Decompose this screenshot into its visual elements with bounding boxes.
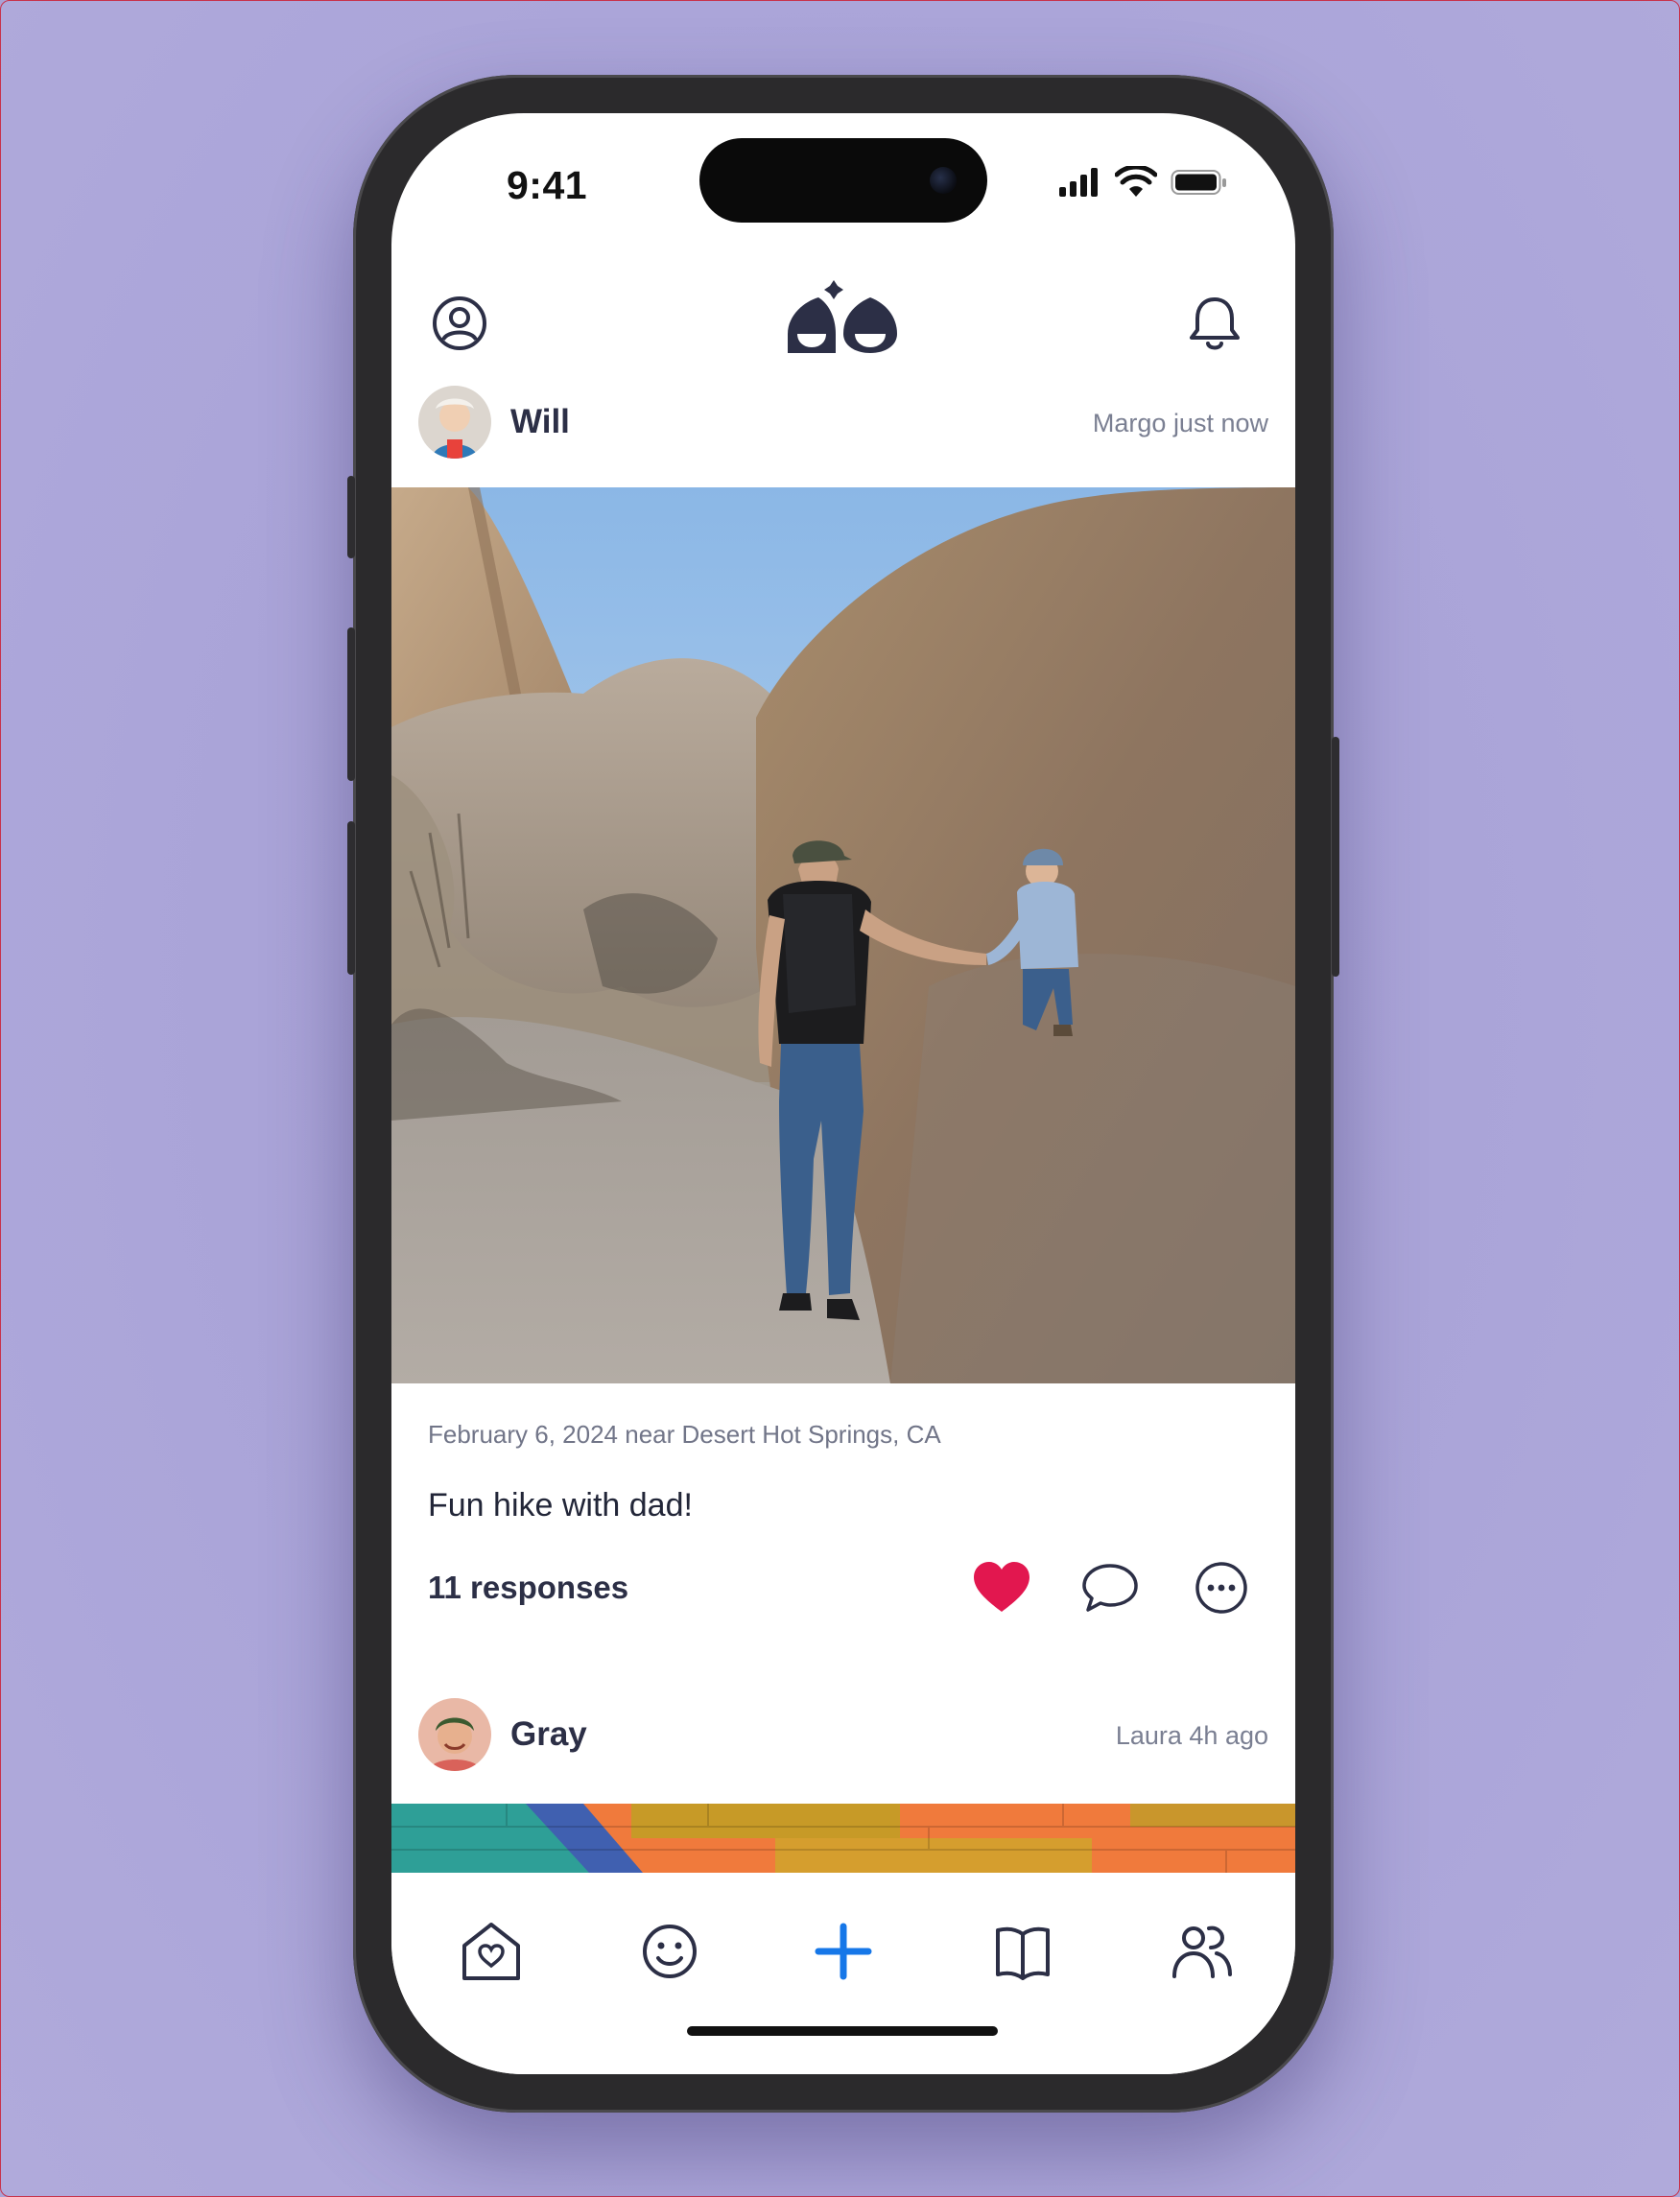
- post-caption: Fun hike with dad!: [428, 1487, 693, 1524]
- ellipsis-circle-icon[interactable]: [1190, 1556, 1253, 1619]
- child-name[interactable]: Will: [510, 403, 570, 441]
- home-indicator[interactable]: [687, 2026, 998, 2036]
- post-header[interactable]: Gray Laura 4h ago: [391, 1689, 1295, 1784]
- user-circle-icon[interactable]: [430, 294, 489, 353]
- responses-link[interactable]: 11 responses: [428, 1570, 628, 1606]
- status-time: 9:41: [507, 163, 588, 207]
- post-photo[interactable]: [391, 487, 1295, 1383]
- top-bar: [391, 257, 1295, 363]
- wifi-icon: [1115, 166, 1157, 197]
- phone-side-button: [347, 821, 355, 975]
- cellular-signal-icon: [1059, 168, 1098, 197]
- plus-icon[interactable]: [805, 1913, 882, 1990]
- battery-icon: [1171, 170, 1226, 195]
- app-logo: [788, 280, 897, 353]
- speech-bubble-icon[interactable]: [1078, 1556, 1142, 1619]
- heart-icon[interactable]: [970, 1556, 1033, 1619]
- post-date-location: February 6, 2024 near Desert Hot Springs…: [428, 1420, 941, 1449]
- post-meta: Laura 4h ago: [1115, 1721, 1268, 1750]
- dynamic-island: [699, 138, 987, 223]
- tab-bar: [391, 1873, 1295, 2074]
- avatar: [418, 1698, 491, 1771]
- post-photo[interactable]: [391, 1804, 1295, 1873]
- people-icon[interactable]: [1163, 1913, 1240, 1990]
- book-icon[interactable]: [984, 1913, 1061, 1990]
- phone-side-button: [347, 476, 355, 558]
- phone-side-button: [347, 627, 355, 781]
- home-heart-icon[interactable]: [453, 1913, 530, 1990]
- status-icons: [1057, 163, 1228, 201]
- post-meta: Margo just now: [1092, 409, 1268, 437]
- avatar: [418, 386, 491, 459]
- phone-side-button: [1332, 737, 1339, 977]
- bell-icon[interactable]: [1184, 292, 1245, 353]
- post-header[interactable]: Will Margo just now: [391, 374, 1295, 470]
- app-screen: 9:41 Will Margo just now February 6, 202…: [391, 113, 1295, 2074]
- child-name[interactable]: Gray: [510, 1715, 587, 1754]
- smiley-icon[interactable]: [631, 1913, 708, 1990]
